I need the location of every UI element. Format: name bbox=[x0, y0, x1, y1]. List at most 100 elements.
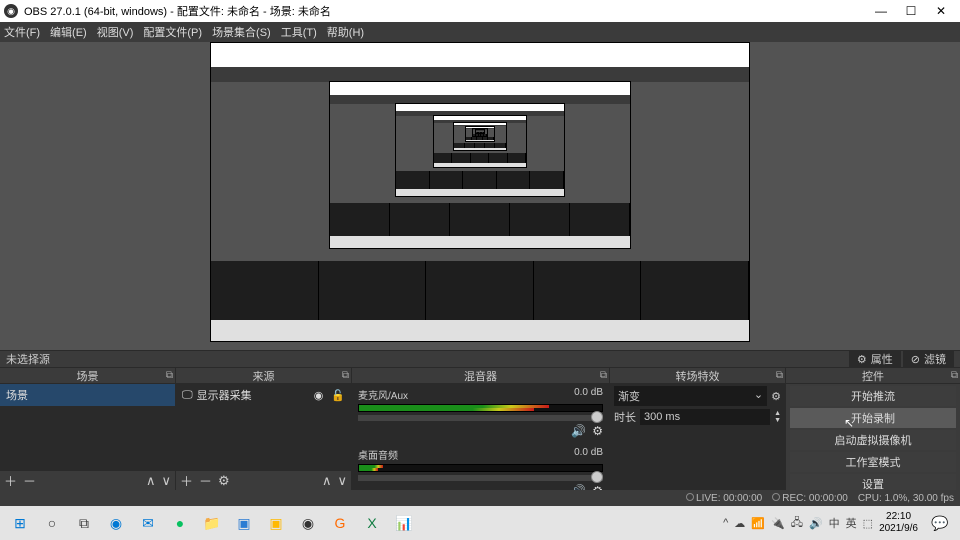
control-button[interactable]: 启动虚拟摄像机 bbox=[790, 430, 956, 450]
add-scene-button[interactable]: ＋ bbox=[4, 471, 17, 490]
taskbar-app1-icon[interactable]: ▣ bbox=[230, 509, 258, 537]
transition-settings-button[interactable]: ⚙ bbox=[771, 390, 781, 403]
obs-icon: ◉ bbox=[4, 4, 18, 18]
lock-toggle[interactable]: 🔓 bbox=[331, 389, 345, 402]
maximize-button[interactable]: ☐ bbox=[896, 4, 926, 18]
taskbar-excel-icon[interactable]: X bbox=[358, 509, 386, 537]
duration-input[interactable]: 300 ms bbox=[640, 409, 770, 425]
taskbar-obs-icon[interactable]: ◉ bbox=[294, 509, 322, 537]
live-status: LIVE: 00:00:00 bbox=[696, 493, 762, 504]
taskbar-app3-icon[interactable]: G bbox=[326, 509, 354, 537]
display-icon: 🖵 bbox=[182, 389, 193, 402]
menu-item[interactable]: 帮助(H) bbox=[327, 24, 364, 40]
preview-area[interactable] bbox=[0, 42, 960, 342]
menu-item[interactable]: 配置文件(P) bbox=[143, 24, 202, 40]
sources-dock: 来源⧉ 🖵显示器采集◉🔓 ＋ － ⚙ ∧ ∨ bbox=[176, 368, 352, 490]
popout-icon[interactable]: ⧉ bbox=[600, 370, 607, 381]
taskbar-start-icon[interactable]: ⊞ bbox=[6, 509, 34, 537]
mixer-channel: 麦克风/Aux0.0 dB🔊⚙ bbox=[352, 384, 609, 444]
duration-label: 时长 bbox=[614, 409, 636, 425]
tray-icon[interactable]: 🔌 bbox=[771, 517, 785, 530]
taskbar-clock[interactable]: 22:102021/9/6 bbox=[873, 511, 924, 535]
menu-item[interactable]: 编辑(E) bbox=[50, 24, 87, 40]
menu-item[interactable]: 视图(V) bbox=[97, 24, 134, 40]
sources-title: 来源 bbox=[253, 368, 275, 384]
mixer-dock: 混音器⧉ 麦克风/Aux0.0 dB🔊⚙桌面音频0.0 dB🔊⚙ bbox=[352, 368, 610, 490]
taskbar-app4-icon[interactable]: 📊 bbox=[390, 509, 418, 537]
close-button[interactable]: ✕ bbox=[926, 4, 956, 18]
taskbar-mail-icon[interactable]: ✉ bbox=[134, 509, 162, 537]
cursor-icon: ↖ bbox=[844, 416, 854, 430]
audio-meter bbox=[358, 464, 603, 472]
title-bar: ◉ OBS 27.0.1 (64-bit, windows) - 配置文件: 未… bbox=[0, 0, 960, 22]
notifications-button[interactable]: 💬 bbox=[926, 509, 954, 537]
source-item[interactable]: 🖵显示器采集◉🔓 bbox=[176, 384, 351, 406]
window-title: OBS 27.0.1 (64-bit, windows) - 配置文件: 未命名… bbox=[24, 3, 331, 19]
volume-slider[interactable] bbox=[358, 415, 603, 421]
minimize-button[interactable]: — bbox=[866, 4, 896, 18]
mixer-channel: 桌面音频0.0 dB🔊⚙ bbox=[352, 444, 609, 490]
mute-button[interactable]: 🔊 bbox=[571, 424, 586, 438]
volume-slider[interactable] bbox=[358, 475, 603, 481]
tray-icon[interactable]: 📶 bbox=[751, 517, 765, 530]
dur-down[interactable]: ▼ bbox=[774, 417, 781, 424]
transitions-dock: 转场特效⧉ 渐变⌄ ⚙ 时长 300 ms ▲▼ bbox=[610, 368, 786, 490]
taskbar-app2-icon[interactable]: ▣ bbox=[262, 509, 290, 537]
popout-icon[interactable]: ⧉ bbox=[776, 370, 783, 381]
tray-icon[interactable]: ⬚ bbox=[863, 517, 873, 530]
menu-item[interactable]: 文件(F) bbox=[4, 24, 40, 40]
source-up-button[interactable]: ∧ bbox=[322, 473, 332, 489]
source-settings-button[interactable]: ⚙ bbox=[218, 473, 230, 489]
live-indicator-icon bbox=[686, 493, 694, 501]
menu-bar: 文件(F) 编辑(E) 视图(V) 配置文件(P) 场景集合(S) 工具(T) 帮助(H) bbox=[0, 22, 960, 42]
menu-item[interactable]: 工具(T) bbox=[281, 24, 317, 40]
cpu-status: CPU: 1.0%, 30.00 fps bbox=[858, 493, 954, 504]
source-down-button[interactable]: ∨ bbox=[337, 473, 347, 489]
properties-tab[interactable]: ⚙属性 bbox=[849, 350, 901, 368]
windows-taskbar: ⊞○⧉◉✉●📁▣▣◉GX📊 ^☁📶🔌🖧🔊中英⬚ 22:102021/9/6 💬 bbox=[0, 506, 960, 540]
scenes-title: 场景 bbox=[77, 368, 99, 384]
docks-container: 场景⧉ 场景 ＋ － ∧ ∨ 来源⧉ 🖵显示器采集◉🔓 ＋ － ⚙ ∧ ∨ 混音… bbox=[0, 368, 960, 490]
rec-indicator-icon bbox=[772, 493, 780, 501]
taskbar-edge-icon[interactable]: ◉ bbox=[102, 509, 130, 537]
tray-icon[interactable]: 中 bbox=[829, 515, 840, 531]
taskbar-search-icon[interactable]: ○ bbox=[38, 509, 66, 537]
tray-icon[interactable]: 🔊 bbox=[809, 517, 823, 530]
visibility-toggle[interactable]: ◉ bbox=[314, 389, 324, 402]
audio-meter bbox=[358, 404, 603, 412]
filters-tab[interactable]: ⊘滤镜 bbox=[903, 350, 954, 368]
remove-scene-button[interactable]: － bbox=[23, 471, 36, 490]
remove-source-button[interactable]: － bbox=[199, 471, 212, 490]
add-source-button[interactable]: ＋ bbox=[180, 471, 193, 490]
tray-icon[interactable]: ☁ bbox=[734, 517, 745, 530]
dur-up[interactable]: ▲ bbox=[774, 410, 781, 417]
menu-item[interactable]: 场景集合(S) bbox=[212, 24, 271, 40]
taskbar-taskview-icon[interactable]: ⧉ bbox=[70, 509, 98, 537]
control-button[interactable]: 工作室模式 bbox=[790, 452, 956, 472]
popout-icon[interactable]: ⧉ bbox=[951, 370, 958, 381]
scenes-dock: 场景 ⧉ 场景 ＋ － ∧ ∨ bbox=[0, 368, 176, 490]
controls-title: 控件 bbox=[862, 368, 884, 384]
scene-up-button[interactable]: ∧ bbox=[146, 473, 156, 489]
control-button[interactable]: 设置 bbox=[790, 474, 956, 490]
tray-icon[interactable]: ^ bbox=[723, 517, 728, 529]
display-capture-recursion bbox=[210, 42, 750, 342]
popout-icon[interactable]: ⧉ bbox=[166, 370, 173, 381]
controls-dock: 控件⧉ 开始推流开始录制↖启动虚拟摄像机工作室模式设置退出 bbox=[786, 368, 960, 490]
transition-select[interactable]: 渐变⌄ bbox=[614, 386, 767, 406]
tray-icon[interactable]: 🖧 bbox=[791, 514, 803, 533]
scene-item[interactable]: 场景 bbox=[0, 384, 175, 406]
taskbar-wechat-icon[interactable]: ● bbox=[166, 509, 194, 537]
control-button[interactable]: 开始推流 bbox=[790, 386, 956, 406]
mixer-title: 混音器 bbox=[464, 368, 497, 384]
channel-settings-button[interactable]: ⚙ bbox=[592, 424, 603, 438]
selection-bar: 未选择源 ⚙属性 ⊘滤镜 bbox=[0, 350, 960, 368]
tray-icon[interactable]: 英 bbox=[846, 515, 857, 531]
control-button[interactable]: 开始录制↖ bbox=[790, 408, 956, 428]
taskbar-explorer-icon[interactable]: 📁 bbox=[198, 509, 226, 537]
status-bar: LIVE: 00:00:00 REC: 00:00:00 CPU: 1.0%, … bbox=[0, 490, 960, 506]
scene-down-button[interactable]: ∨ bbox=[161, 473, 171, 489]
no-selection-label: 未选择源 bbox=[6, 351, 50, 367]
popout-icon[interactable]: ⧉ bbox=[342, 370, 349, 381]
rec-status: REC: 00:00:00 bbox=[782, 493, 848, 504]
